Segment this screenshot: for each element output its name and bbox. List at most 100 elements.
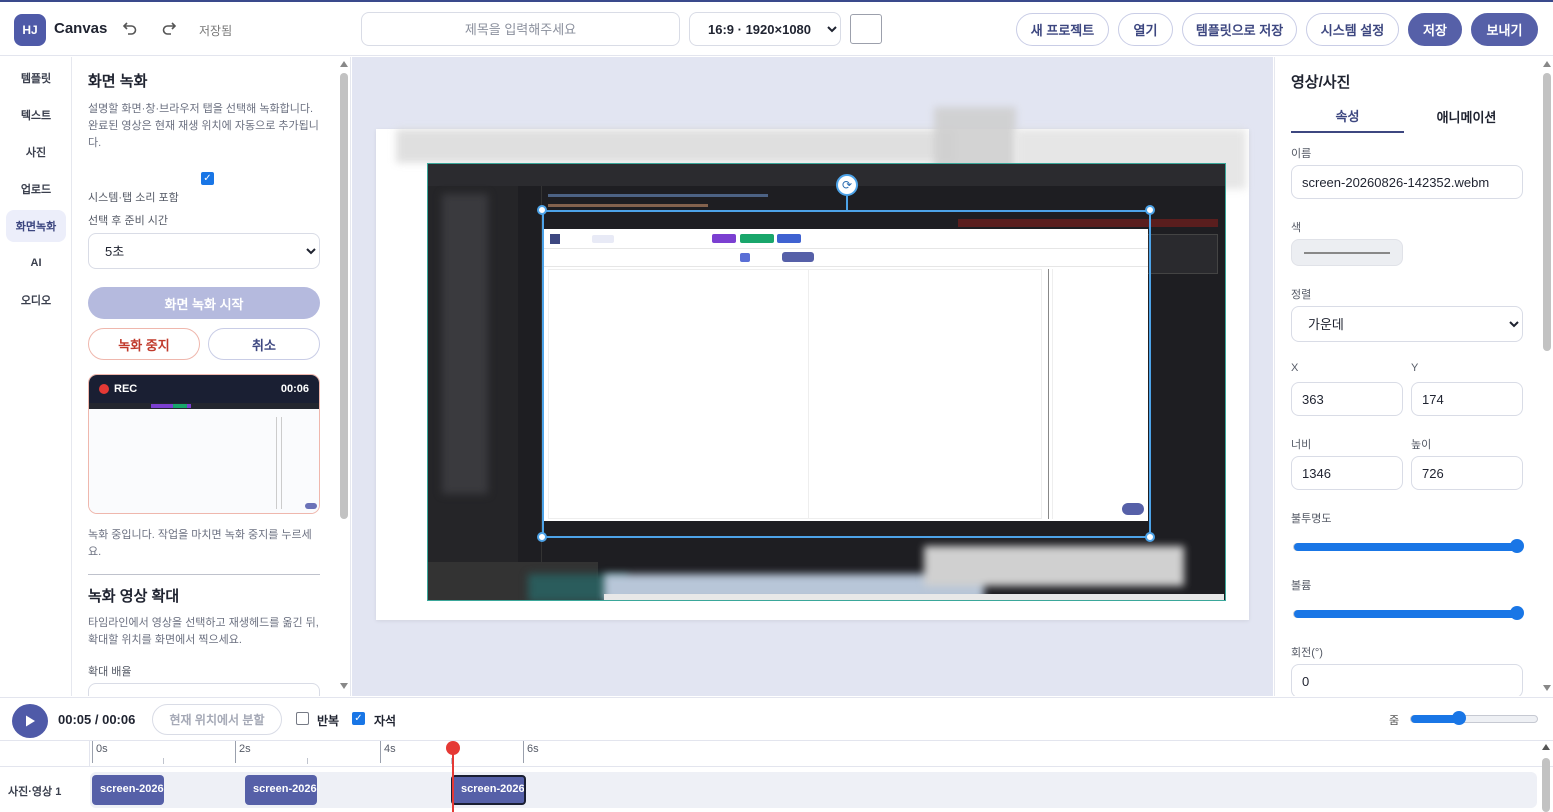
opacity-slider-knob[interactable] (1510, 539, 1525, 553)
properties-scrollbar[interactable] (1543, 61, 1551, 691)
stop-recording-button[interactable]: 녹화 중지 (88, 328, 200, 360)
nav-item-photo[interactable]: 사진 (6, 136, 66, 168)
width-input[interactable] (1291, 456, 1403, 490)
y-input[interactable] (1411, 382, 1523, 416)
resize-handle-top-left[interactable] (537, 205, 547, 215)
timeline-scroll-thumb[interactable] (1542, 758, 1550, 812)
nav-item-ai[interactable]: AI (6, 247, 66, 279)
nav-item-upload[interactable]: 업로드 (6, 173, 66, 205)
properties-panel: 영상/사진 속성 애니메이션 이름 색 정렬 가운데 X Y 너비 높이 불투명… (1274, 57, 1553, 696)
height-input[interactable] (1411, 456, 1523, 490)
properties-scroll-thumb[interactable] (1543, 73, 1551, 351)
aspect-ratio-select[interactable]: 16:9 · 1920×1080 (689, 12, 841, 46)
magnet-checkbox[interactable]: ✓ (352, 712, 365, 725)
panel-scrollbar[interactable] (340, 61, 348, 689)
rotate-handle-icon[interactable]: ⟳ (836, 174, 858, 196)
ruler-label: 2s (239, 743, 251, 755)
thumb-tab-green (173, 404, 187, 408)
nav-item-audio[interactable]: 오디오 (6, 284, 66, 316)
resize-handle-bottom-right[interactable] (1145, 532, 1155, 542)
project-title-input[interactable] (361, 12, 680, 46)
color-picker[interactable] (1291, 239, 1403, 266)
x-input[interactable] (1291, 382, 1403, 416)
volume-slider-knob[interactable] (1510, 606, 1525, 620)
frame-titlebar (428, 164, 1225, 186)
tab-animation[interactable]: 애니메이션 (1410, 99, 1523, 133)
playhead-line[interactable] (452, 748, 454, 812)
export-button[interactable]: 보내기 (1471, 13, 1538, 46)
volume-slider[interactable] (1293, 606, 1525, 620)
canvas-stage[interactable]: ⟳ (376, 107, 1249, 620)
color-label: 색 (1291, 222, 1302, 234)
scroll-up-arrow-icon[interactable] (1542, 744, 1550, 750)
loop-label: 반복 (317, 714, 340, 728)
canvas-area[interactable]: ⟳ (352, 57, 1273, 696)
scroll-up-arrow-icon[interactable] (340, 61, 348, 67)
timeline-controls: 00:05 / 00:06 현재 위치에서 분할 반복 ✓ 자석 줌 (0, 697, 1553, 741)
recording-preview-thumbnail (89, 403, 319, 513)
nav-item-text[interactable]: 텍스트 (6, 99, 66, 131)
selection-box[interactable] (542, 210, 1151, 538)
system-audio-checkbox[interactable]: ✓ (201, 172, 214, 185)
zoom-factor-input[interactable] (88, 683, 320, 696)
redo-icon-glyph (162, 22, 177, 35)
recording-preview-header: REC 00:06 (89, 375, 319, 403)
opacity-label: 불투명도 (1291, 513, 1332, 525)
open-button[interactable]: 열기 (1118, 13, 1173, 46)
start-recording-button[interactable]: 화면 녹화 시작 (88, 287, 320, 319)
scroll-up-arrow-icon[interactable] (1543, 61, 1551, 67)
nav-item-screen-record[interactable]: 화면녹화 (6, 210, 66, 242)
playhead-handle[interactable] (446, 741, 460, 755)
timeline-clip-selected[interactable]: screen-20260826-142352.webm (451, 775, 526, 805)
rotate-handle-stem (846, 196, 848, 210)
resize-handle-top-right[interactable] (1145, 205, 1155, 215)
thumb-calendar (93, 417, 277, 509)
scroll-down-arrow-icon[interactable] (340, 683, 348, 689)
ruler-tick (235, 741, 236, 763)
system-settings-button[interactable]: 시스템 설정 (1306, 13, 1399, 46)
tab-properties[interactable]: 속성 (1291, 99, 1404, 133)
timeline-clip[interactable]: screen-20260826-142352.webm (92, 775, 164, 805)
timeline-ruler[interactable]: 0s 2s 4s 6s (0, 741, 1553, 766)
code-line (548, 204, 708, 207)
volume-label: 볼륨 (1291, 580, 1312, 592)
recording-preview-card: REC 00:06 (88, 374, 320, 514)
rotation-input[interactable] (1291, 664, 1523, 696)
loop-checkbox[interactable] (296, 712, 309, 725)
ruler-minor-tick (307, 758, 308, 764)
ruler-label: 4s (384, 743, 396, 755)
color-line (1304, 252, 1390, 254)
timeline-zoom-knob[interactable] (1451, 711, 1466, 725)
background-color-swatch[interactable] (850, 14, 882, 44)
blurred-region (396, 129, 956, 163)
name-input[interactable] (1291, 165, 1523, 199)
prep-time-select[interactable]: 5초 (88, 233, 320, 269)
align-select[interactable]: 가운데 (1291, 306, 1523, 342)
resize-handle-bottom-left[interactable] (537, 532, 547, 542)
play-button[interactable] (12, 704, 48, 738)
redo-icon[interactable] (157, 16, 181, 40)
app-name: Canvas (54, 20, 108, 37)
save-template-button[interactable]: 템플릿으로 저장 (1182, 13, 1297, 46)
new-project-button[interactable]: 새 프로젝트 (1016, 13, 1109, 46)
split-at-playhead-button[interactable]: 현재 위치에서 분할 (152, 704, 282, 735)
nav-item-template[interactable]: 템플릿 (6, 62, 66, 94)
undo-icon[interactable] (118, 16, 142, 40)
save-button[interactable]: 저장 (1408, 13, 1462, 46)
recording-dot-icon (99, 384, 109, 394)
y-label: Y (1411, 362, 1419, 374)
blurred-region (442, 194, 488, 494)
timeline-scrollbar[interactable] (1541, 744, 1551, 812)
track-name: 사진·영상 1 (8, 786, 62, 798)
timeline-zoom-slider[interactable] (1410, 711, 1538, 725)
cancel-recording-button[interactable]: 취소 (208, 328, 320, 360)
recording-hint: 녹화 중입니다. 작업을 마치면 녹화 중지를 누르세요. (88, 529, 312, 558)
timeline-clip[interactable]: screen-20260826-142352.webm (245, 775, 317, 805)
panel-description: 설명할 화면·창·브라우저 탭을 선택해 녹화합니다. 완료된 영상은 현재 재… (88, 103, 319, 149)
panel-scroll-thumb[interactable] (340, 73, 348, 519)
thumb-sidebar (281, 417, 315, 509)
blurred-region (924, 546, 1184, 586)
scroll-down-arrow-icon[interactable] (1543, 685, 1551, 691)
opacity-slider[interactable] (1293, 539, 1525, 553)
opacity-slider-fill (1294, 543, 1518, 551)
